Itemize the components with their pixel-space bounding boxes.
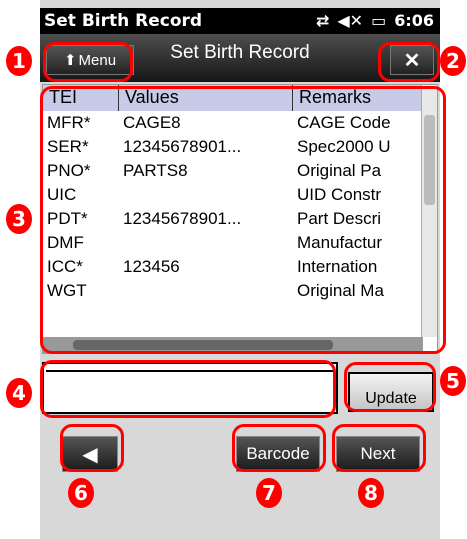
callout-box-close — [378, 42, 440, 82]
callout-badge-2: 2 — [440, 46, 466, 76]
status-time: 6:06 — [394, 11, 434, 30]
status-icons: ⇄ ◀✕ ▭ 6:06 — [316, 11, 434, 30]
muted-speaker-icon: ◀✕ — [337, 11, 364, 30]
callout-box-update — [344, 362, 436, 412]
callout-box-back — [60, 424, 124, 472]
callout-badge-7: 7 — [256, 478, 282, 508]
battery-icon: ▭ — [371, 11, 387, 30]
status-title: Set Birth Record — [44, 11, 203, 31]
callout-badge-6: 6 — [68, 478, 94, 508]
callout-box-grid — [40, 86, 446, 354]
callout-box-next — [332, 424, 426, 472]
callout-box-input — [40, 360, 336, 418]
callout-badge-4: 4 — [6, 378, 32, 408]
callout-badge-3: 3 — [6, 204, 32, 234]
status-bar: Set Birth Record ⇄ ◀✕ ▭ 6:06 — [40, 8, 440, 34]
callout-box-barcode — [232, 424, 326, 472]
sync-arrows-icon: ⇄ — [315, 11, 330, 30]
callout-badge-8: 8 — [358, 478, 384, 508]
callout-badge-1: 1 — [6, 46, 32, 76]
callout-badge-5: 5 — [440, 366, 466, 396]
callout-box-menu — [43, 42, 133, 82]
